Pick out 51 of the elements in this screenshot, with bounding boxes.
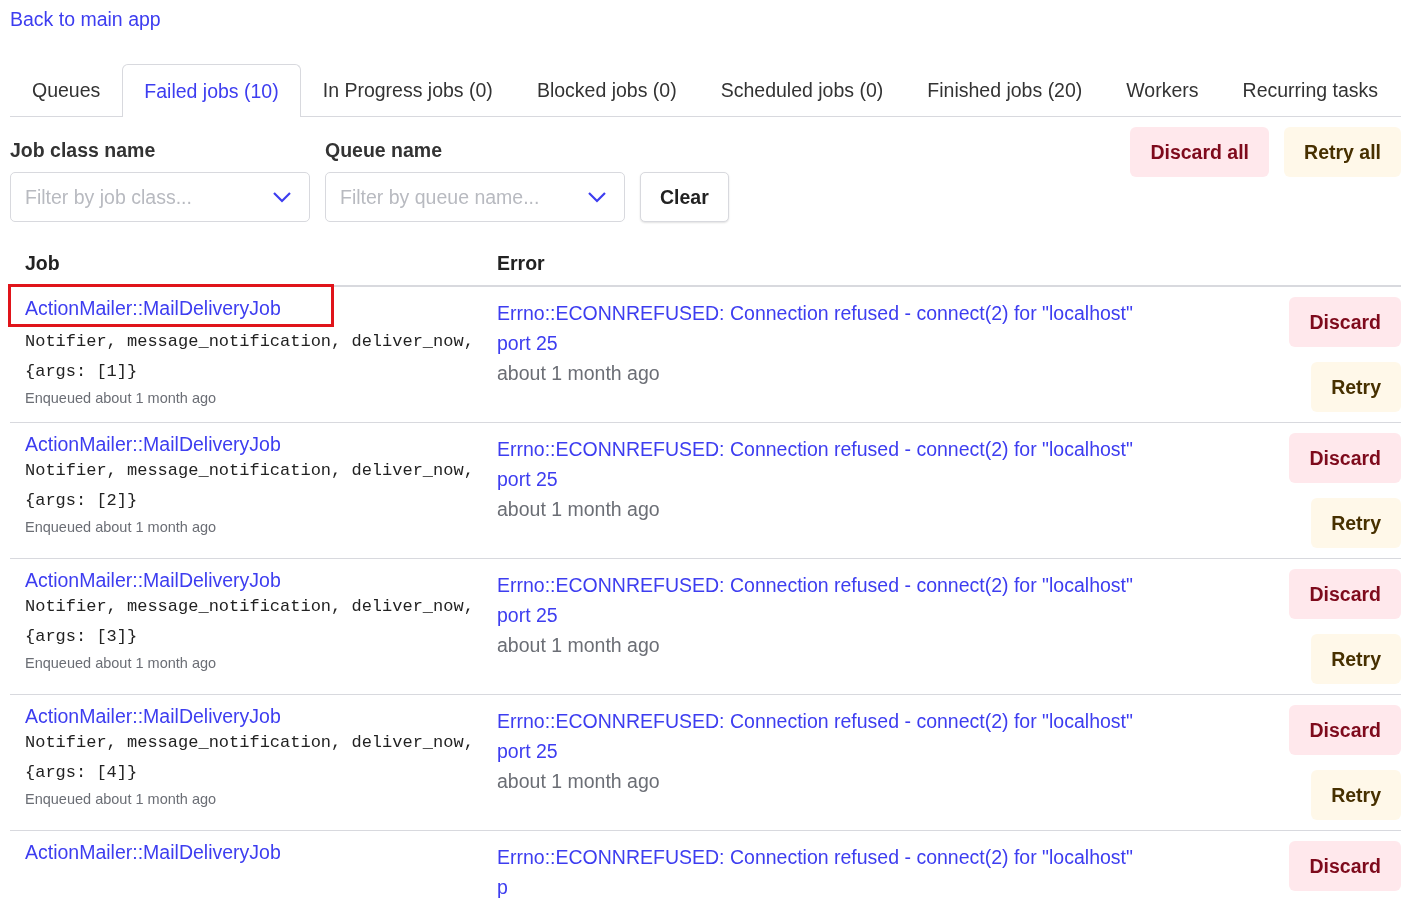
retry-all-button[interactable]: Retry all — [1284, 127, 1401, 177]
tab[interactable]: Scheduled jobs (0) — [698, 64, 906, 116]
column-header: Job — [24, 252, 61, 275]
filter-label: Queue name — [325, 139, 444, 162]
tab[interactable]: Blocked jobs (0) — [514, 64, 699, 116]
failed-time: about 1 month ago — [497, 769, 661, 794]
discard-button[interactable]: Discard — [1289, 433, 1401, 483]
discard-all-button[interactable]: Discard all — [1130, 127, 1270, 177]
error-link[interactable]: Errno::ECONNREFUSED: Connection refused - connect(2) for "localhost" p — [497, 842, 1147, 902]
column-header: Error — [497, 252, 545, 275]
tab[interactable]: Finished jobs (20) — [905, 64, 1105, 116]
failed-time: about 1 month ago — [497, 497, 661, 522]
job-link[interactable]: ActionMailer::MailDeliveryJob — [25, 569, 281, 591]
failed-time: about 1 month ago — [497, 361, 661, 386]
job-link[interactable]: ActionMailer::MailDeliveryJob — [25, 841, 281, 863]
enqueued-time: Enqueued about 1 month ago — [25, 390, 218, 406]
error-link[interactable]: Errno::ECONNREFUSED: Connection refused - connect(2) for "localhost" port 25 — [497, 434, 1147, 494]
filter-dropdown[interactable]: Filter by job class... — [10, 172, 310, 222]
retry-button[interactable]: Retry — [1311, 498, 1401, 548]
job-arguments: Notifier, message_notification, deliver_now, {args: [2]} — [25, 460, 475, 512]
enqueued-time: Enqueued about 1 month ago — [25, 519, 218, 535]
tab[interactable]: Queues — [10, 64, 123, 116]
filter-label: Job class name — [10, 139, 157, 162]
discard-button[interactable]: Discard — [1289, 297, 1401, 347]
tab[interactable]: In Progress jobs (0) — [300, 64, 515, 116]
retry-button[interactable]: Retry — [1311, 634, 1401, 684]
error-link[interactable]: Errno::ECONNREFUSED: Connection refused - connect(2) for "localhost" port 25 — [497, 570, 1147, 630]
filter-dropdown[interactable]: Filter by queue name... — [325, 172, 625, 222]
discard-button[interactable]: Discard — [1289, 705, 1401, 755]
tab[interactable]: Workers — [1104, 64, 1221, 116]
tab[interactable]: Recurring tasks — [1220, 64, 1400, 116]
discard-button[interactable]: Discard — [1289, 569, 1401, 619]
discard-button[interactable]: Discard — [1289, 841, 1401, 891]
retry-button[interactable]: Retry — [1311, 770, 1401, 820]
job-link[interactable]: ActionMailer::MailDeliveryJob — [25, 297, 281, 319]
failed-time: about 1 month ago — [497, 633, 661, 658]
tab[interactable]: Failed jobs (10) — [122, 64, 301, 117]
job-arguments: Notifier, message_notification, deliver_now, {args: [1]} — [25, 331, 475, 383]
chevron-down-icon — [587, 191, 607, 203]
retry-button[interactable]: Retry — [1311, 362, 1401, 412]
job-arguments: Notifier, message_notification, deliver_now, {args: [3]} — [25, 596, 475, 648]
enqueued-time: Enqueued about 1 month ago — [25, 791, 218, 807]
job-arguments: Notifier, message_notification, deliver_now, {args: [4]} — [25, 732, 475, 784]
chevron-down-icon — [272, 191, 292, 203]
job-link[interactable]: ActionMailer::MailDeliveryJob — [25, 433, 281, 455]
enqueued-time: Enqueued about 1 month ago — [25, 655, 218, 671]
clear-button[interactable]: Clear — [640, 172, 729, 222]
back-link[interactable]: Back to main app — [10, 8, 161, 31]
error-link[interactable]: Errno::ECONNREFUSED: Connection refused - connect(2) for "localhost" port 25 — [497, 298, 1147, 358]
job-link[interactable]: ActionMailer::MailDeliveryJob — [25, 705, 281, 727]
error-link[interactable]: Errno::ECONNREFUSED: Connection refused - connect(2) for "localhost" port 25 — [497, 706, 1147, 766]
